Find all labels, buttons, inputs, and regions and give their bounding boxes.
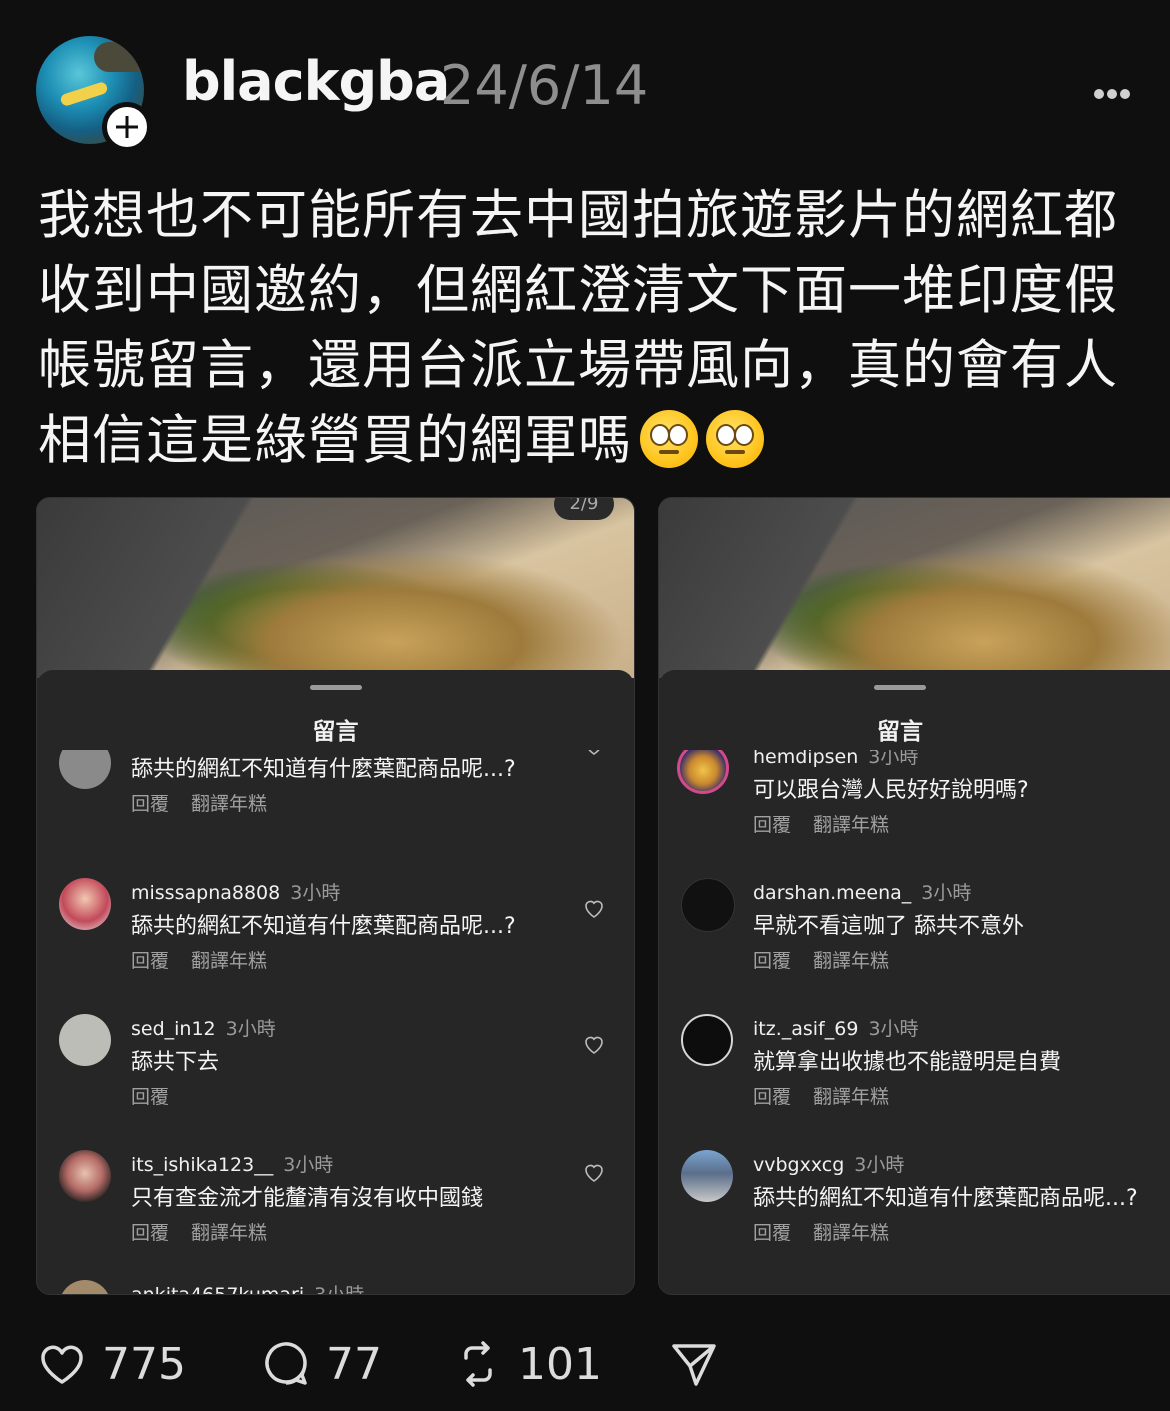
comment-author[interactable]: darshan.meena_ 3小時 bbox=[753, 878, 971, 905]
list-item: hemdipsen 3小時 可以跟台灣人民好好說明嗎? 回覆 翻譯年糕 bbox=[659, 750, 1170, 862]
heart-icon[interactable] bbox=[582, 896, 606, 920]
sheet-grabber bbox=[874, 685, 926, 690]
comment-text: 只有查金流才能釐清有沒有收中國錢 bbox=[131, 1186, 484, 1211]
eye-roll-emoji bbox=[640, 410, 698, 468]
post-action-bar: 775 77 101 bbox=[36, 1338, 1136, 1390]
food-photo bbox=[37, 498, 634, 678]
translate-button[interactable]: 翻譯年糕 bbox=[813, 1086, 889, 1108]
comment-author[interactable]: misssapna8808 3小時 bbox=[131, 878, 340, 905]
translate-button[interactable]: 翻譯年糕 bbox=[813, 1222, 889, 1244]
comment-text: 舔共的網紅不知道有什麼葉配商品呢...? bbox=[131, 914, 516, 939]
comment-author[interactable]: itz._asif_69 3小時 bbox=[753, 1014, 919, 1041]
avatar bbox=[59, 1014, 111, 1066]
repost-icon bbox=[464, 1341, 492, 1387]
sheet-title: 留言 bbox=[877, 719, 923, 745]
food-photo bbox=[659, 498, 1170, 678]
heart-icon[interactable] bbox=[582, 750, 606, 757]
reply-button[interactable]: 回覆 bbox=[753, 950, 791, 972]
comment-actions: 回覆 翻譯年糕 bbox=[753, 1218, 889, 1245]
heart-icon bbox=[41, 1345, 83, 1384]
comment-author[interactable]: vvbgxxcg 3小時 bbox=[753, 1150, 904, 1177]
list-item: ankita4657kumari3小時 bbox=[37, 1280, 634, 1294]
send-icon bbox=[672, 1344, 716, 1386]
translate-button[interactable]: 翻譯年糕 bbox=[191, 1222, 267, 1244]
repost-count: 101 bbox=[518, 1338, 602, 1390]
comment-bubble-icon bbox=[265, 1342, 307, 1385]
list-item: 舔共的網紅不知道有什麼葉配商品呢...? 回覆 翻譯年糕 bbox=[37, 750, 634, 867]
list-item: darshan.meena_ 3小時 早就不看這咖了 舔共不意外 回覆 翻譯年糕 bbox=[659, 878, 1170, 998]
comment-author[interactable]: hemdipsen 3小時 bbox=[753, 750, 918, 769]
more-horizontal-icon[interactable] bbox=[1094, 84, 1136, 99]
comment-actions: 回覆 翻譯年糕 bbox=[131, 946, 267, 973]
avatar bbox=[59, 1280, 111, 1294]
comment-actions: 回覆 翻譯年糕 bbox=[131, 789, 267, 816]
avatar bbox=[59, 878, 111, 930]
reply-button[interactable]: 回覆 bbox=[753, 1222, 791, 1244]
heart-icon[interactable] bbox=[582, 1032, 606, 1056]
avatar-swimmer bbox=[59, 80, 109, 108]
comment-actions: 回覆 翻譯年糕 bbox=[753, 946, 889, 973]
comment-text: 舔共的網紅不知道有什麼葉配商品呢...? bbox=[131, 757, 516, 782]
avatar bbox=[677, 750, 729, 794]
reply-button[interactable]: 回覆 bbox=[131, 950, 169, 972]
comment-actions: 回覆 翻譯年糕 bbox=[753, 1082, 889, 1109]
comment-actions: 回覆 翻譯年糕 bbox=[753, 810, 889, 837]
attached-image-2[interactable]: 留言 hemdipsen 3小時 可以跟台灣人民好好說明嗎? 回覆 翻譯年糕 dar… bbox=[658, 497, 1170, 1295]
comment-text: 可以跟台灣人民好好說明嗎? bbox=[753, 778, 1029, 803]
translate-button[interactable]: 翻譯年糕 bbox=[813, 814, 889, 836]
follow-plus-icon[interactable] bbox=[102, 102, 152, 152]
author-username[interactable]: blackgba bbox=[182, 50, 450, 113]
share-button[interactable] bbox=[668, 1338, 720, 1390]
avatar bbox=[681, 1014, 733, 1066]
post-header: blackgba 24/6/14 bbox=[36, 36, 1136, 152]
avatar bbox=[59, 750, 111, 789]
like-button[interactable]: 775 bbox=[36, 1338, 186, 1390]
reply-button[interactable]: 回覆 bbox=[131, 793, 169, 815]
post-date: 24/6/14 bbox=[440, 54, 649, 117]
list-item: its_ishika123__ 3小時 只有查金流才能釐清有沒有收中國錢 回覆 翻譯… bbox=[37, 1150, 634, 1270]
comment-text: 舔共的網紅不知道有什麼葉配商品呢...? bbox=[753, 1186, 1138, 1211]
comments-sheet: 留言 舔共的網紅不知道有什麼葉配商品呢...? 回覆 翻譯年糕 misssapna… bbox=[37, 670, 634, 1294]
avatar bbox=[681, 1150, 733, 1202]
comment-count: 77 bbox=[326, 1338, 382, 1390]
repost-button[interactable]: 101 bbox=[452, 1338, 602, 1390]
comment-text: 舔共下去 bbox=[131, 1050, 220, 1075]
avatar bbox=[681, 878, 735, 932]
eye-roll-emoji bbox=[706, 410, 764, 468]
comment-list: hemdipsen 3小時 可以跟台灣人民好好說明嗎? 回覆 翻譯年糕 darsha… bbox=[659, 750, 1170, 1294]
sheet-title: 留言 bbox=[312, 719, 359, 745]
reply-button[interactable]: 回覆 bbox=[131, 1086, 169, 1108]
heart-icon[interactable] bbox=[582, 1160, 606, 1184]
like-count: 775 bbox=[102, 1338, 186, 1390]
list-item: misssapna8808 3小時 舔共的網紅不知道有什麼葉配商品呢...? 回覆… bbox=[37, 878, 634, 998]
comment-list: 舔共的網紅不知道有什麼葉配商品呢...? 回覆 翻譯年糕 misssapna880… bbox=[37, 750, 634, 1294]
translate-button[interactable]: 翻譯年糕 bbox=[191, 793, 267, 815]
avatar-rock bbox=[94, 42, 144, 72]
comment-author[interactable]: ankita4657kumari3小時 bbox=[131, 1280, 364, 1294]
comment-actions: 回覆 翻譯年糕 bbox=[131, 1218, 267, 1245]
reply-button[interactable]: 回覆 bbox=[753, 1086, 791, 1108]
list-item: vvbgxxcg 3小時 舔共的網紅不知道有什麼葉配商品呢...? 回覆 翻譯年糕 bbox=[659, 1150, 1170, 1270]
list-item: itz._asif_69 3小時 就算拿出收據也不能證明是自費 回覆 翻譯年糕 bbox=[659, 1014, 1170, 1134]
comment-author[interactable]: sed_in12 3小時 bbox=[131, 1014, 276, 1041]
attached-image-1[interactable]: 2/9 留言 舔共的網紅不知道有什麼葉配商品呢...? 回覆 翻譯年糕 misss… bbox=[36, 497, 635, 1295]
translate-button[interactable]: 翻譯年糕 bbox=[813, 950, 889, 972]
comment-actions: 回覆 bbox=[131, 1082, 169, 1109]
comment-text: 就算拿出收據也不能證明是自費 bbox=[753, 1050, 1062, 1075]
comment-text: 早就不看這咖了 舔共不意外 bbox=[753, 914, 1024, 939]
comments-sheet: 留言 hemdipsen 3小時 可以跟台灣人民好好說明嗎? 回覆 翻譯年糕 dar… bbox=[659, 670, 1170, 1294]
avatar bbox=[59, 1150, 111, 1202]
post-body: 我想也不可能所有去中國拍旅遊影片的網紅都收到中國邀約，但網紅澄清文下面一堆印度假… bbox=[38, 178, 1128, 478]
comment-button[interactable]: 77 bbox=[260, 1338, 382, 1390]
reply-button[interactable]: 回覆 bbox=[753, 814, 791, 836]
post-text: 我想也不可能所有去中國拍旅遊影片的網紅都收到中國邀約，但網紅澄清文下面一堆印度假… bbox=[38, 185, 1118, 471]
translate-button[interactable]: 翻譯年糕 bbox=[191, 950, 267, 972]
sheet-grabber bbox=[309, 685, 362, 690]
reply-button[interactable]: 回覆 bbox=[131, 1222, 169, 1244]
page-indicator: 2/9 bbox=[554, 498, 614, 520]
comment-author[interactable]: its_ishika123__ 3小時 bbox=[131, 1150, 333, 1177]
list-item: sed_in12 3小時 舔共下去 回覆 bbox=[37, 1014, 634, 1134]
